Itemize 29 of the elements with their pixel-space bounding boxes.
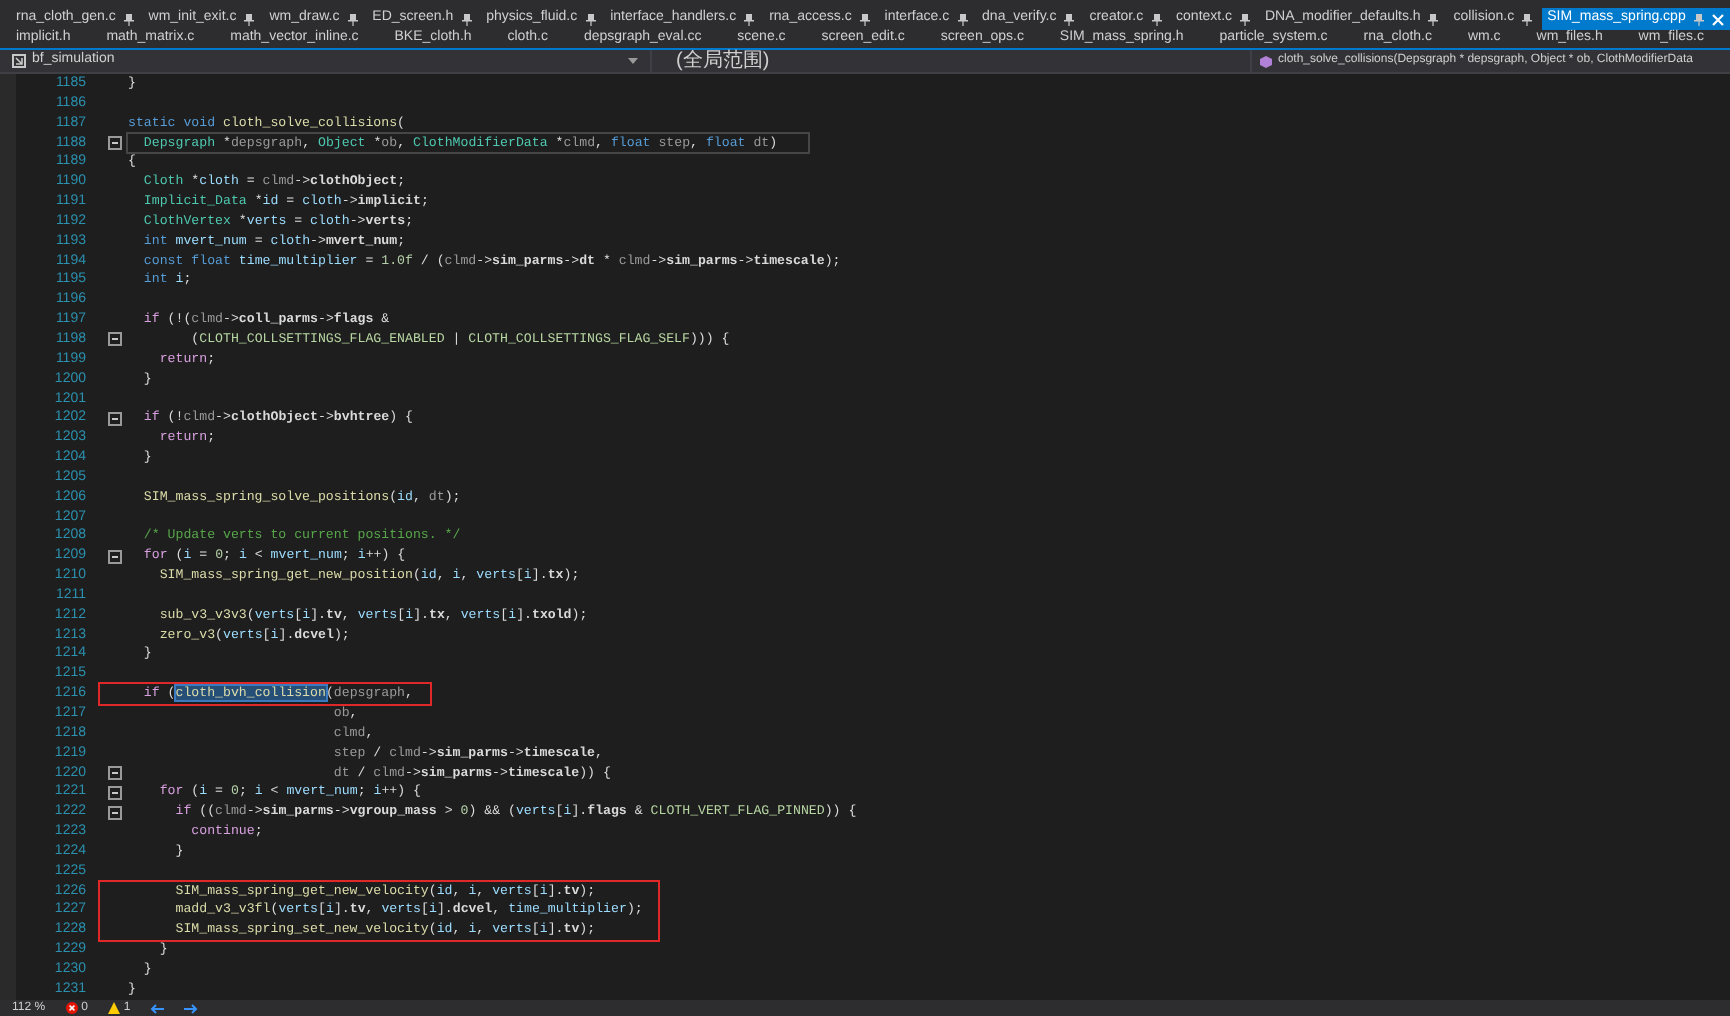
pin-icon[interactable] [1428, 13, 1439, 25]
pin-icon[interactable] [1522, 13, 1533, 25]
pin-icon[interactable] [461, 13, 472, 25]
error-icon [65, 1002, 78, 1014]
pin-icon[interactable] [347, 13, 358, 25]
pin-icon[interactable] [744, 13, 755, 25]
collapse-icon[interactable] [107, 785, 121, 800]
pin-icon[interactable] [957, 13, 968, 25]
pin-icon[interactable] [1151, 13, 1162, 25]
back-arrow-icon[interactable] [150, 1003, 165, 1013]
collapse-icon[interactable] [107, 805, 121, 820]
function-icon [1260, 55, 1272, 67]
pin-icon[interactable] [1240, 13, 1251, 25]
close-icon[interactable] [1711, 13, 1724, 25]
collapse-icon[interactable] [107, 411, 121, 426]
project-icon [12, 54, 26, 68]
collapse-icon[interactable] [107, 765, 121, 780]
pin-icon[interactable] [859, 13, 870, 25]
pin-icon[interactable] [244, 13, 255, 25]
caret-icon [628, 58, 638, 64]
forward-arrow-icon[interactable] [184, 1003, 199, 1013]
pin-icon[interactable] [123, 13, 134, 25]
warning-icon [107, 1002, 120, 1014]
collapse-icon[interactable] [107, 332, 121, 347]
scope-dropdown[interactable]: (全局范围) [652, 50, 1252, 72]
collapse-icon[interactable] [107, 549, 121, 564]
pin-icon[interactable] [1064, 13, 1075, 25]
pin-icon[interactable] [585, 13, 596, 25]
collapse-icon[interactable] [107, 135, 121, 150]
